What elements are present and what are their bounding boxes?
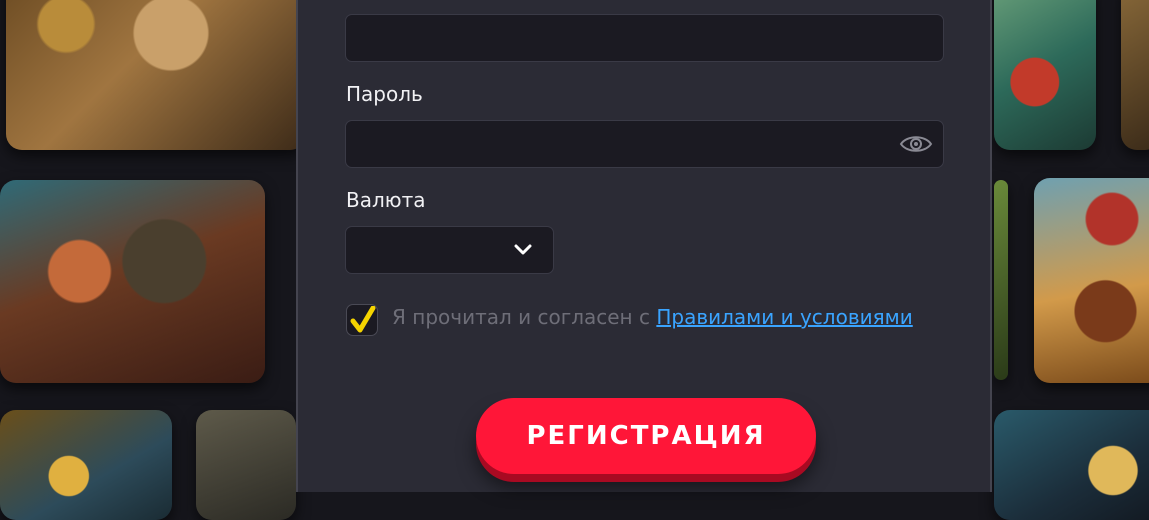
- login-field[interactable]: [345, 14, 944, 62]
- game-thumbnail[interactable]: [0, 410, 172, 520]
- terms-text: Я прочитал и согласен с Правилами и усло…: [392, 305, 913, 329]
- game-thumbnail[interactable]: [196, 410, 296, 520]
- currency-label: Валюта: [346, 188, 426, 212]
- eye-icon[interactable]: [899, 132, 933, 156]
- terms-link[interactable]: Правилами и условиями: [656, 305, 912, 329]
- game-thumbnail[interactable]: [1121, 0, 1149, 150]
- checkmark-icon: [350, 306, 376, 333]
- registration-form: Пароль Валюта Я прочитал и согласен с Пр…: [296, 0, 992, 492]
- game-thumbnail[interactable]: [1034, 178, 1149, 383]
- register-button[interactable]: РЕГИСТРАЦИЯ: [476, 398, 816, 474]
- terms-checkbox[interactable]: [346, 304, 378, 336]
- game-thumbnail[interactable]: [994, 180, 1008, 380]
- currency-select[interactable]: [345, 226, 554, 274]
- password-field[interactable]: [345, 120, 944, 168]
- password-label: Пароль: [346, 82, 423, 106]
- chevron-down-icon: [514, 244, 532, 255]
- game-thumbnail[interactable]: [994, 0, 1096, 150]
- game-thumbnail[interactable]: [994, 410, 1149, 520]
- terms-label: Я прочитал и согласен с: [392, 305, 657, 329]
- game-thumbnail[interactable]: [0, 180, 265, 383]
- game-thumbnail[interactable]: [6, 0, 306, 150]
